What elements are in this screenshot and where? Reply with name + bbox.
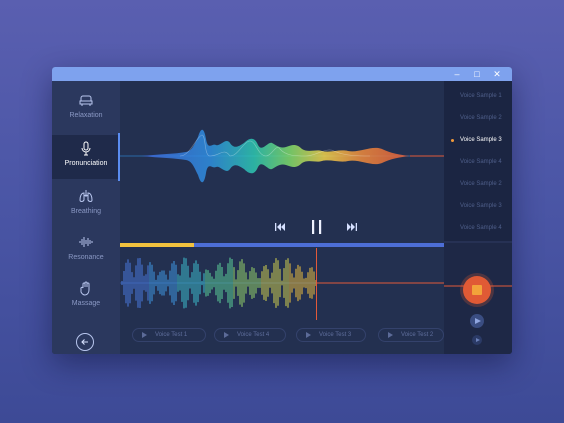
maximize-button[interactable]: □ xyxy=(470,67,484,81)
sidebar-item-massage[interactable]: Massage xyxy=(52,275,120,319)
lungs-icon xyxy=(79,190,93,202)
skip-back-icon[interactable] xyxy=(274,222,286,232)
play-icon xyxy=(475,337,480,342)
sidebar-item-resonance[interactable]: Resonance xyxy=(52,229,120,273)
voice-test-chip[interactable]: Voice Test 1 xyxy=(132,328,206,342)
play-icon xyxy=(306,332,311,338)
play-icon xyxy=(475,317,481,324)
play-icon xyxy=(142,332,147,338)
arrow-left-icon xyxy=(81,339,88,345)
sidebar-item-relaxation[interactable]: Relaxation xyxy=(52,87,120,131)
sidebar-item-label: Massage xyxy=(71,300,101,307)
voice-sample-item[interactable]: Voice Sample 4 xyxy=(444,159,512,165)
sidebar-item-label: Relaxation xyxy=(69,112,103,119)
play-recording-button[interactable] xyxy=(470,314,484,328)
sidebar-item-pronunciation[interactable]: Pronunciation xyxy=(52,133,120,181)
play-icon xyxy=(388,332,393,338)
hand-icon xyxy=(80,281,90,296)
voice-sample-item[interactable]: Voice Sample 2 xyxy=(444,115,512,121)
sidebar-item-label: Pronunciation xyxy=(64,160,108,167)
sidebar-item-breathing[interactable]: Breathing xyxy=(52,183,120,227)
recording-playhead[interactable] xyxy=(316,248,318,320)
stop-icon xyxy=(472,285,482,295)
play-icon xyxy=(224,332,229,338)
voice-sample-item[interactable]: Voice Sample 3 xyxy=(444,203,512,209)
voice-test-chip[interactable]: Voice Test 3 xyxy=(296,328,366,342)
skip-forward-icon[interactable] xyxy=(346,222,358,232)
title-bar: – □ ✕ xyxy=(52,67,512,81)
minimize-button[interactable]: – xyxy=(450,67,464,81)
voice-sample-item[interactable]: Voice Sample 2 xyxy=(444,181,512,187)
app-window: – □ ✕ Relaxation Pronunciation Breathing xyxy=(52,67,512,354)
sidebar: Relaxation Pronunciation Breathing Reson… xyxy=(52,81,120,354)
sidebar-item-label: Resonance xyxy=(68,254,104,261)
voice-sample-item[interactable]: Voice Sample 4 xyxy=(444,225,512,231)
armchair-icon xyxy=(79,95,93,106)
voice-sample-waveform xyxy=(120,129,444,183)
voice-sample-item-active[interactable]: Voice Sample 3 xyxy=(444,137,512,143)
active-dot xyxy=(451,139,454,142)
sound-wave-icon xyxy=(79,237,93,247)
microphone-icon xyxy=(81,141,91,156)
voice-sample-list: Voice Sample 1 Voice Sample 2 Voice Samp… xyxy=(444,81,512,241)
back-button[interactable] xyxy=(76,333,94,351)
voice-sample-item[interactable]: Voice Sample 1 xyxy=(444,93,512,99)
record-stop-button[interactable] xyxy=(463,276,491,304)
pause-icon[interactable] xyxy=(310,219,324,235)
close-button[interactable]: ✕ xyxy=(490,67,504,81)
recording-line xyxy=(317,282,444,284)
voice-test-chip[interactable]: Voice Test 4 xyxy=(214,328,286,342)
sidebar-item-label: Breathing xyxy=(71,208,101,215)
play-secondary-button[interactable] xyxy=(472,335,482,345)
playback-progress-fill xyxy=(120,243,195,247)
voice-test-chip[interactable]: Voice Test 2 xyxy=(378,328,444,342)
